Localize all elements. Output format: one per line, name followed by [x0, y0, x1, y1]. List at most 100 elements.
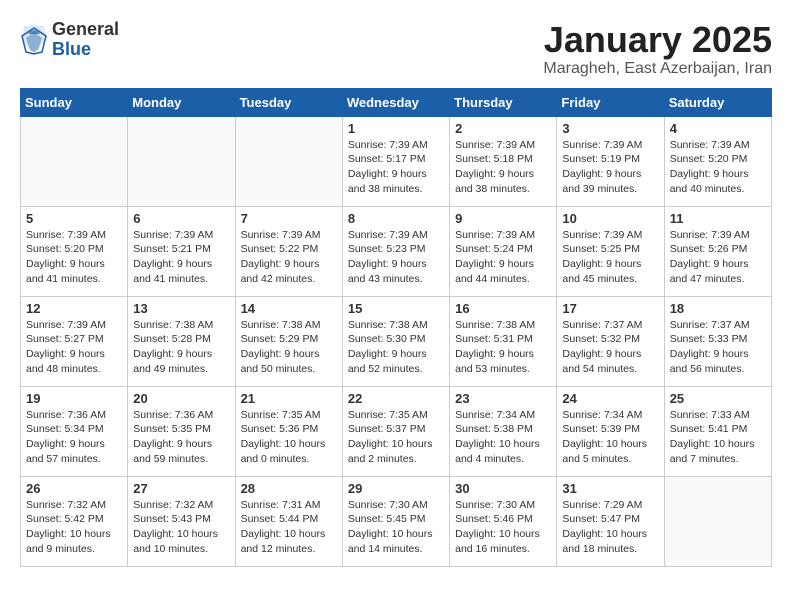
day-number: 6	[133, 211, 229, 226]
weekday-header-row: SundayMondayTuesdayWednesdayThursdayFrid…	[21, 88, 772, 116]
cell-text: Sunrise: 7:39 AM Sunset: 5:19 PM Dayligh…	[562, 138, 658, 197]
cell-text: Sunrise: 7:36 AM Sunset: 5:35 PM Dayligh…	[133, 408, 229, 467]
calendar-cell: 9 Sunrise: 7:39 AM Sunset: 5:24 PM Daylig…	[450, 206, 557, 296]
cell-text: Sunrise: 7:38 AM Sunset: 5:31 PM Dayligh…	[455, 318, 551, 377]
day-number: 10	[562, 211, 658, 226]
weekday-header-sunday: Sunday	[21, 88, 128, 116]
cell-text: Sunrise: 7:37 AM Sunset: 5:32 PM Dayligh…	[562, 318, 658, 377]
day-number: 7	[241, 211, 337, 226]
weekday-header-thursday: Thursday	[450, 88, 557, 116]
calendar-cell	[21, 116, 128, 206]
calendar-cell: 16 Sunrise: 7:38 AM Sunset: 5:31 PM Dayli…	[450, 296, 557, 386]
cell-text: Sunrise: 7:33 AM Sunset: 5:41 PM Dayligh…	[670, 408, 766, 467]
cell-text: Sunrise: 7:37 AM Sunset: 5:33 PM Dayligh…	[670, 318, 766, 377]
day-number: 13	[133, 301, 229, 316]
day-number: 26	[26, 481, 122, 496]
calendar-cell: 24 Sunrise: 7:34 AM Sunset: 5:39 PM Dayli…	[557, 386, 664, 476]
calendar-cell: 14Sunrise: 7:38 AM Sunset: 5:29 PM Dayli…	[235, 296, 342, 386]
day-number: 4	[670, 121, 766, 136]
calendar-cell: 27 Sunrise: 7:32 AM Sunset: 5:43 PM Dayli…	[128, 476, 235, 566]
page-header: General Blue January 2025 Maragheh, East…	[20, 20, 772, 78]
weekday-header-saturday: Saturday	[664, 88, 771, 116]
calendar-cell: 10 Sunrise: 7:39 AM Sunset: 5:25 PM Dayli…	[557, 206, 664, 296]
logo-icon	[20, 24, 48, 56]
day-number: 31	[562, 481, 658, 496]
cell-text: Sunrise: 7:39 AM Sunset: 5:26 PM Dayligh…	[670, 228, 766, 287]
calendar-cell: 11 Sunrise: 7:39 AM Sunset: 5:26 PM Dayli…	[664, 206, 771, 296]
weekday-header-wednesday: Wednesday	[342, 88, 449, 116]
cell-text: Sunrise: 7:30 AM Sunset: 5:45 PM Dayligh…	[348, 498, 444, 557]
calendar-cell: 12Sunrise: 7:39 AM Sunset: 5:27 PM Dayli…	[21, 296, 128, 386]
day-number: 2	[455, 121, 551, 136]
calendar-week-4: 19 Sunrise: 7:36 AM Sunset: 5:34 PM Dayli…	[21, 386, 772, 476]
calendar-cell: 13 Sunrise: 7:38 AM Sunset: 5:28 PM Dayli…	[128, 296, 235, 386]
day-number: 21	[241, 391, 337, 406]
day-number: 27	[133, 481, 229, 496]
day-number: 15	[348, 301, 444, 316]
calendar-cell: 21 Sunrise: 7:35 AM Sunset: 5:36 PM Dayli…	[235, 386, 342, 476]
cell-text: Sunrise: 7:32 AM Sunset: 5:43 PM Dayligh…	[133, 498, 229, 557]
calendar-cell: 26 Sunrise: 7:32 AM Sunset: 5:42 PM Dayli…	[21, 476, 128, 566]
calendar-cell: 20 Sunrise: 7:36 AM Sunset: 5:35 PM Dayli…	[128, 386, 235, 476]
calendar-cell: 28 Sunrise: 7:31 AM Sunset: 5:44 PM Dayli…	[235, 476, 342, 566]
cell-text: Sunrise: 7:34 AM Sunset: 5:39 PM Dayligh…	[562, 408, 658, 467]
logo-blue: Blue	[52, 40, 119, 60]
calendar-cell: 31Sunrise: 7:29 AM Sunset: 5:47 PM Dayli…	[557, 476, 664, 566]
cell-text: Sunrise: 7:39 AM Sunset: 5:27 PM Dayligh…	[26, 318, 122, 377]
calendar-cell: 1 Sunrise: 7:39 AM Sunset: 5:17 PM Daylig…	[342, 116, 449, 206]
calendar-cell: 15 Sunrise: 7:38 AM Sunset: 5:30 PM Dayli…	[342, 296, 449, 386]
cell-text: Sunrise: 7:35 AM Sunset: 5:37 PM Dayligh…	[348, 408, 444, 467]
day-number: 19	[26, 391, 122, 406]
calendar-week-1: 1 Sunrise: 7:39 AM Sunset: 5:17 PM Daylig…	[21, 116, 772, 206]
calendar-cell: 30Sunrise: 7:30 AM Sunset: 5:46 PM Dayli…	[450, 476, 557, 566]
weekday-header-friday: Friday	[557, 88, 664, 116]
weekday-header-monday: Monday	[128, 88, 235, 116]
day-number: 16	[455, 301, 551, 316]
day-number: 20	[133, 391, 229, 406]
day-number: 9	[455, 211, 551, 226]
calendar-cell	[235, 116, 342, 206]
calendar-cell: 7Sunrise: 7:39 AM Sunset: 5:22 PM Daylig…	[235, 206, 342, 296]
month-title: January 2025	[543, 20, 772, 60]
day-number: 5	[26, 211, 122, 226]
cell-text: Sunrise: 7:39 AM Sunset: 5:24 PM Dayligh…	[455, 228, 551, 287]
location: Maragheh, East Azerbaijan, Iran	[543, 60, 772, 78]
calendar-cell: 29Sunrise: 7:30 AM Sunset: 5:45 PM Dayli…	[342, 476, 449, 566]
cell-text: Sunrise: 7:31 AM Sunset: 5:44 PM Dayligh…	[241, 498, 337, 557]
day-number: 23	[455, 391, 551, 406]
day-number: 11	[670, 211, 766, 226]
calendar-cell: 5Sunrise: 7:39 AM Sunset: 5:20 PM Daylig…	[21, 206, 128, 296]
cell-text: Sunrise: 7:38 AM Sunset: 5:28 PM Dayligh…	[133, 318, 229, 377]
calendar-cell: 22Sunrise: 7:35 AM Sunset: 5:37 PM Dayli…	[342, 386, 449, 476]
calendar-cell: 17 Sunrise: 7:37 AM Sunset: 5:32 PM Dayli…	[557, 296, 664, 386]
day-number: 28	[241, 481, 337, 496]
cell-text: Sunrise: 7:39 AM Sunset: 5:18 PM Dayligh…	[455, 138, 551, 197]
day-number: 14	[241, 301, 337, 316]
calendar-table: SundayMondayTuesdayWednesdayThursdayFrid…	[20, 88, 772, 567]
calendar-cell: 18Sunrise: 7:37 AM Sunset: 5:33 PM Dayli…	[664, 296, 771, 386]
cell-text: Sunrise: 7:32 AM Sunset: 5:42 PM Dayligh…	[26, 498, 122, 557]
calendar-cell	[128, 116, 235, 206]
cell-text: Sunrise: 7:39 AM Sunset: 5:21 PM Dayligh…	[133, 228, 229, 287]
calendar-cell: 2 Sunrise: 7:39 AM Sunset: 5:18 PM Daylig…	[450, 116, 557, 206]
calendar-cell: 19 Sunrise: 7:36 AM Sunset: 5:34 PM Dayli…	[21, 386, 128, 476]
cell-text: Sunrise: 7:39 AM Sunset: 5:17 PM Dayligh…	[348, 138, 444, 197]
cell-text: Sunrise: 7:34 AM Sunset: 5:38 PM Dayligh…	[455, 408, 551, 467]
title-section: January 2025 Maragheh, East Azerbaijan, …	[543, 20, 772, 78]
day-number: 25	[670, 391, 766, 406]
calendar-cell: 4Sunrise: 7:39 AM Sunset: 5:20 PM Daylig…	[664, 116, 771, 206]
cell-text: Sunrise: 7:39 AM Sunset: 5:25 PM Dayligh…	[562, 228, 658, 287]
day-number: 17	[562, 301, 658, 316]
day-number: 1	[348, 121, 444, 136]
calendar-cell: 3Sunrise: 7:39 AM Sunset: 5:19 PM Daylig…	[557, 116, 664, 206]
calendar-cell: 25 Sunrise: 7:33 AM Sunset: 5:41 PM Dayli…	[664, 386, 771, 476]
calendar-cell: 23 Sunrise: 7:34 AM Sunset: 5:38 PM Dayli…	[450, 386, 557, 476]
cell-text: Sunrise: 7:30 AM Sunset: 5:46 PM Dayligh…	[455, 498, 551, 557]
calendar-cell	[664, 476, 771, 566]
cell-text: Sunrise: 7:36 AM Sunset: 5:34 PM Dayligh…	[26, 408, 122, 467]
calendar-week-5: 26 Sunrise: 7:32 AM Sunset: 5:42 PM Dayli…	[21, 476, 772, 566]
cell-text: Sunrise: 7:35 AM Sunset: 5:36 PM Dayligh…	[241, 408, 337, 467]
day-number: 24	[562, 391, 658, 406]
calendar-cell: 6 Sunrise: 7:39 AM Sunset: 5:21 PM Daylig…	[128, 206, 235, 296]
cell-text: Sunrise: 7:38 AM Sunset: 5:30 PM Dayligh…	[348, 318, 444, 377]
